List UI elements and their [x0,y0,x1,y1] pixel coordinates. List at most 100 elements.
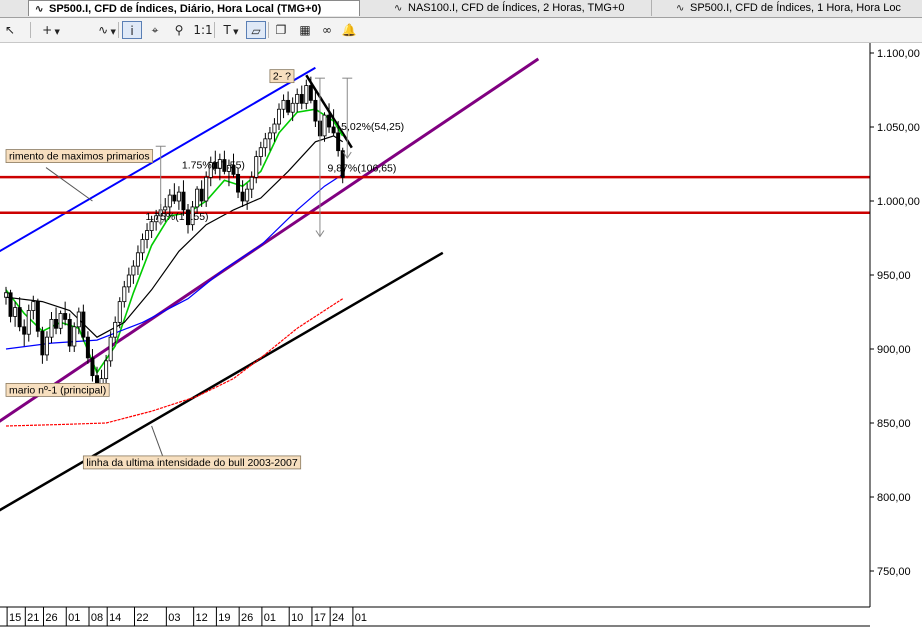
chart-tab-icon: ∿ [676,3,685,14]
time-tick-label: 01 [264,612,276,624]
time-tick-label: 21 [27,612,39,624]
time-tick-label: 14 [109,612,121,624]
chart-tab-bar: ∿ SP500.I, CFD de Índices, Diário, Hora L… [0,0,922,18]
tab-nas100-2h[interactable]: ∿ NAS100.I, CFD de Índices, 2 Horas, TMG+… [388,0,652,16]
toolbar-separator [30,22,31,38]
candle-body [167,194,172,208]
candle-body [322,114,327,137]
candle-body [313,99,318,122]
annotation-label: rimento de maximos primarios [9,151,150,163]
measure-label: 1.75%(17.55) [182,159,245,171]
zoom-tool[interactable]: ⚲ [170,21,188,39]
candle-body [240,191,245,202]
candle-body [90,357,95,377]
candle-body [35,301,40,332]
toolbar-separator [118,22,119,38]
copy-icon: ❐ [275,23,287,37]
candle-body [281,99,286,110]
candle-body [72,326,77,347]
candle-body [204,176,209,202]
time-axis: 15 21 26 01 08 14 22 03 12 19 26 01 10 17 24 01 [0,606,870,627]
toolbar-separator [214,22,215,38]
price-tick-label: 850,00 [877,418,911,430]
alert-tool[interactable]: 🔔 [340,21,358,39]
time-tick-label: 24 [332,612,344,624]
candle-body [336,132,341,152]
link-tool[interactable]: ∞ [318,21,336,39]
time-tick-label: 15 [9,612,21,624]
candle-body [181,191,186,211]
drawing-toolbar: ↖ ▼+ ▼∿ ▼i⌖⚲1:1T ▼▱❐▦∞🔔 [0,18,922,56]
time-tick-label: 26 [241,612,253,624]
dropdown-arrow-icon: ▼ [230,28,239,36]
tab-sp500-daily[interactable]: ∿ SP500.I, CFD de Índices, Diário, Hora L… [28,0,360,16]
annotation-label: 2- ? [273,71,291,83]
candle-body [172,194,177,202]
eraser-tool[interactable]: ▱ [246,21,266,39]
select-icon: ↖ [4,23,16,37]
time-tick-label: 12 [196,612,208,624]
crosshair-tool[interactable]: + ▼ [38,21,64,39]
candle-body [176,191,181,202]
zoom-1to1-icon: 1:1 [193,23,213,37]
candle-body [272,123,277,134]
candle-body [140,239,145,254]
candle-body [267,132,272,140]
chart-window-tool[interactable]: ▦ [296,21,314,39]
time-tick-label: 10 [291,612,303,624]
candle-body [67,318,72,347]
text-tool[interactable]: T ▼ [218,21,244,39]
candle-body [249,176,254,190]
time-axis-background [0,607,870,627]
candle-body [131,265,136,276]
select-tool[interactable]: ↖ ▼ [2,21,18,56]
candle-body [195,188,200,208]
cursor-data-tool[interactable]: ⌖ [146,21,164,39]
time-tick-label: 26 [45,612,57,624]
candle-body [108,336,113,362]
candle-body [135,252,140,267]
measure-label: 1.75%(17.55) [146,211,209,223]
candle-body [254,156,259,178]
candle-body [49,318,54,338]
candle-body [31,301,36,311]
candle-body [63,313,68,320]
candle-body [276,108,281,125]
info-tool[interactable]: i [122,21,142,39]
candle-body [40,330,45,356]
candle-body [299,94,304,104]
copy-tool[interactable]: ❐ [272,21,290,39]
candle-body [258,147,263,158]
dropdown-arrow-icon: ▼ [52,28,60,36]
eraser-icon: ▱ [251,24,261,38]
time-tick-label: 17 [314,612,326,624]
candle-body [54,318,59,329]
candle-body [295,94,300,104]
candle-body [26,310,31,335]
tab-label: SP500.I, CFD de Índices, 1 Hora, Hora Lo… [690,2,901,14]
candle-body [8,292,13,317]
zoom-icon: ⚲ [174,23,184,37]
wave-icon: ∿ [98,23,109,37]
chart-tab-icon: ∿ [35,4,44,15]
alert-icon: 🔔 [341,23,357,37]
tab-sp500-1h[interactable]: ∿ SP500.I, CFD de Índices, 1 Hora, Hora L… [670,0,922,16]
chart-window-icon: ▦ [299,23,311,37]
candle-body [304,85,309,104]
price-tick-label: 800,00 [877,492,911,504]
price-chart[interactable]: 1.016,12992,07 rimento de maximos primar… [0,43,922,627]
candle-body [104,360,109,379]
chart-tab-icon: ∿ [394,3,403,14]
annotation-label: linha da ultima intensidade do bull 2003… [86,457,297,469]
candle-body [331,126,336,134]
price-tick-label: 1.000,00 [877,196,920,208]
info-icon: i [130,24,134,38]
time-tick-label: 03 [168,612,180,624]
wave-tool[interactable]: ∿ ▼ [94,21,120,39]
candle-body [245,188,250,202]
time-tick-label: 08 [91,612,103,624]
candle-body [13,307,18,317]
candle-body [263,138,268,149]
zoom-1to1-tool[interactable]: 1:1 [192,21,214,39]
cursor-data-icon: ⌖ [151,23,159,37]
